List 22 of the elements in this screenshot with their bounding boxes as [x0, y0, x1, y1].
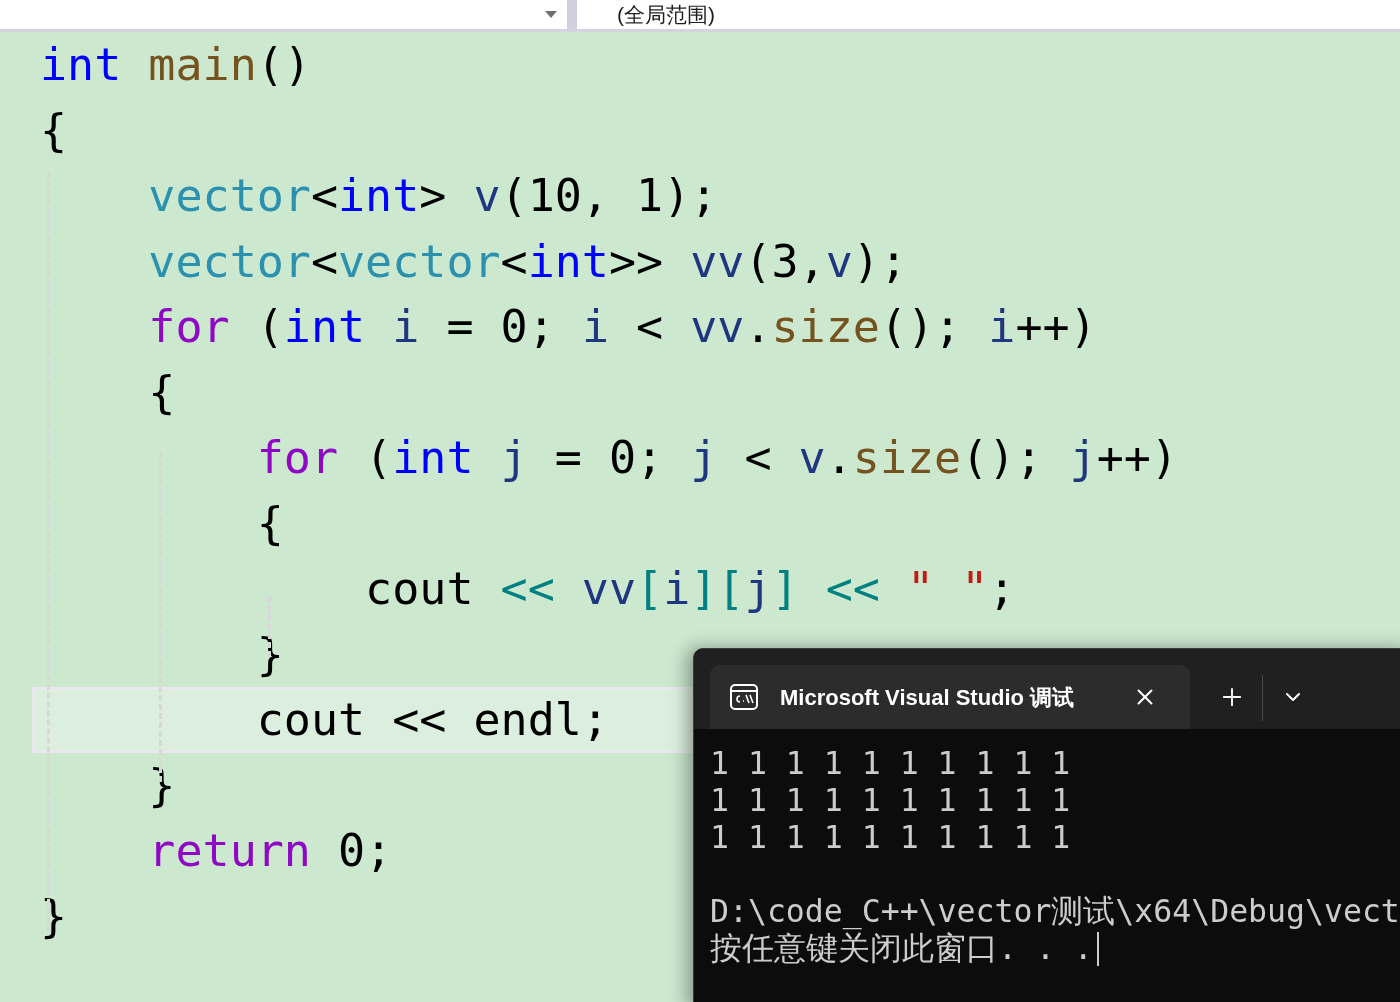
console-output-line: 1 1 1 1 1 1 1 1 1 1 [710, 745, 1071, 782]
console-output-line: 1 1 1 1 1 1 1 1 1 1 [710, 782, 1071, 819]
terminal-icon [730, 684, 758, 710]
code-line: return 0; [147, 823, 393, 879]
code-line: for (int j = 0; j < v.size(); j++) [255, 430, 1178, 486]
code-line: { [147, 364, 176, 421]
code-line: cout << vv[i][j] << " "; [364, 561, 1016, 617]
code-line: cout << endl; [255, 692, 609, 748]
console-output-line: 1 1 1 1 1 1 1 1 1 1 [710, 819, 1071, 856]
code-line: vector<int> v(10, 1); [147, 168, 718, 224]
text-cursor [1096, 931, 1099, 966]
console-tab[interactable]: Microsoft Visual Studio 调试 [710, 665, 1190, 729]
console-message-line: D:\code_C++\vector测试\x64\Debug\vect [710, 893, 1400, 930]
caret-icon [545, 11, 557, 18]
code-line: { [40, 102, 68, 159]
code-line: { [255, 495, 284, 552]
code-line: int main() [40, 37, 311, 93]
tab-title: Microsoft Visual Studio 调试 [780, 683, 1076, 712]
console-message-line: 按任意键关闭此窗口. . . [710, 930, 1093, 967]
code-line: } [40, 888, 68, 945]
code-line: for (int i = 0; i < vv.size(); i++) [147, 299, 1097, 355]
code-line: vector<vector<int>> vv(3,v); [147, 233, 907, 290]
